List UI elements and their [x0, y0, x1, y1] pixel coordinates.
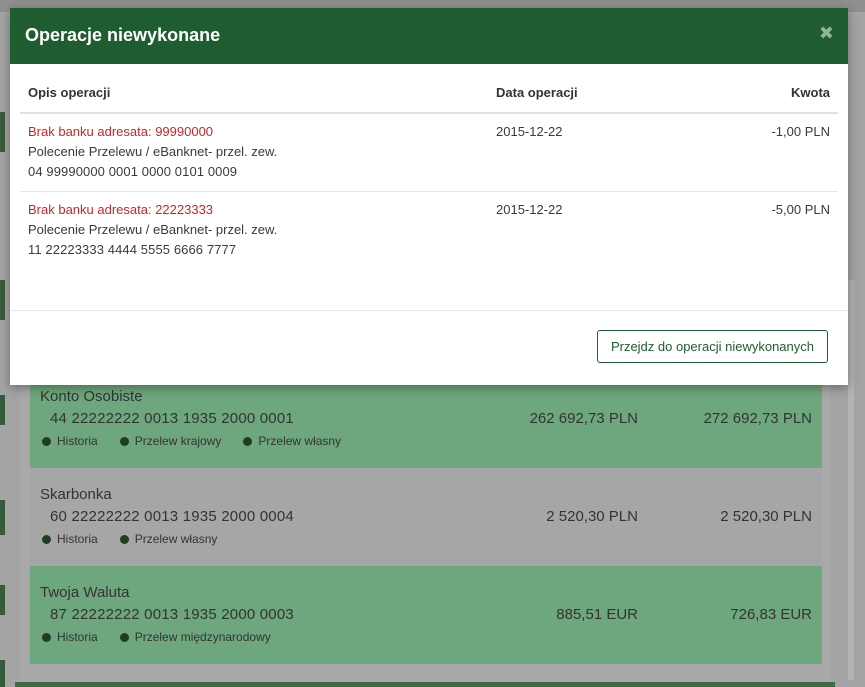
account-name: Skarbonka — [40, 486, 112, 503]
table-row: Brak banku adresata: 22223333 Polecenie … — [20, 192, 838, 269]
column-header-amount: Kwota — [791, 85, 830, 100]
account-name: Twoja Waluta — [40, 584, 130, 601]
account-row-skarbonka[interactable]: Skarbonka 60 22222222 0013 1935 2000 000… — [30, 468, 822, 566]
account-number: 60 22222222 0013 1935 2000 0004 — [50, 508, 294, 525]
error-message: Brak banku adresata: 22223333 — [28, 202, 214, 217]
operation-amount: -1,00 PLN — [771, 124, 830, 139]
operation-type: Polecenie Przelewu / eBanknet- przel. ze… — [28, 144, 278, 159]
close-icon[interactable]: ✖ — [819, 23, 834, 44]
account-available: 2 520,30 PLN — [720, 508, 812, 525]
account-available: 726,83 EUR — [730, 606, 812, 623]
background-left-strip — [0, 500, 5, 535]
account-links: Historia Przelew międzynarodowy — [42, 630, 271, 644]
table-header: Opis operacji Data operacji Kwota — [20, 78, 838, 114]
column-header-description: Opis operacji — [28, 85, 111, 100]
international-transfer-link[interactable]: Przelew międzynarodowy — [119, 630, 271, 644]
history-link[interactable]: Historia — [42, 630, 98, 644]
operation-type: Polecenie Przelewu / eBanknet- przel. ze… — [28, 222, 278, 237]
account-balance: 885,51 EUR — [556, 606, 638, 623]
account-links: Historia Przelew własny — [42, 532, 217, 546]
domestic-transfer-link[interactable]: Przelew krajowy — [119, 434, 221, 448]
bullet-icon — [119, 534, 129, 544]
bullet-icon — [42, 436, 51, 446]
history-link[interactable]: Historia — [42, 532, 98, 546]
own-transfer-link[interactable]: Przelew własny — [243, 434, 341, 448]
account-balance: 2 520,30 PLN — [546, 508, 638, 525]
bullet-icon — [42, 632, 51, 642]
background-left-strip — [0, 660, 5, 687]
background-left-strip — [0, 112, 5, 152]
account-links: Historia Przelew krajowy Przelew własny — [42, 434, 341, 448]
background-scroll-edge — [848, 280, 854, 680]
history-link[interactable]: Historia — [42, 434, 98, 448]
own-transfer-link[interactable]: Przelew własny — [119, 532, 217, 546]
failed-operations-table: Opis operacji Data operacji Kwota Brak b… — [20, 78, 838, 269]
recipient-account: 04 99990000 0001 0000 0101 0009 — [28, 164, 238, 179]
account-balance: 262 692,73 PLN — [529, 410, 638, 427]
background-left-strip — [0, 280, 5, 320]
operation-amount: -5,00 PLN — [771, 202, 830, 217]
modal-title: Operacje niewykonane — [25, 25, 221, 45]
account-row-twoja-waluta[interactable]: Twoja Waluta 87 22222222 0013 1935 2000 … — [30, 566, 822, 664]
bullet-icon — [119, 632, 129, 642]
column-header-date: Data operacji — [496, 85, 578, 100]
recipient-account: 11 22223333 4444 5555 6666 7777 — [28, 242, 237, 257]
background-left-strip — [0, 585, 5, 615]
account-name: Konto Osobiste — [40, 388, 143, 405]
background-bottom-bar — [15, 682, 835, 687]
account-number: 87 22222222 0013 1935 2000 0003 — [50, 606, 294, 623]
bullet-icon — [42, 534, 51, 544]
modal-header: Operacje niewykonane ✖ — [10, 8, 848, 64]
background-left-strip — [0, 395, 5, 425]
error-message: Brak banku adresata: 99990000 — [28, 124, 214, 139]
account-available: 272 692,73 PLN — [703, 410, 812, 427]
bullet-icon — [243, 436, 253, 446]
account-number: 44 22222222 0013 1935 2000 0001 — [50, 410, 294, 427]
table-row: Brak banku adresata: 99990000 Polecenie … — [20, 114, 838, 192]
operation-date: 2015-12-22 — [496, 124, 563, 139]
failed-operations-modal: Operacje niewykonane ✖ Opis operacji Dat… — [10, 8, 848, 385]
modal-footer: Przejdz do operacji niewykonanych — [10, 310, 848, 386]
operation-date: 2015-12-22 — [496, 202, 563, 217]
go-to-failed-operations-button[interactable]: Przejdz do operacji niewykonanych — [596, 330, 828, 363]
bullet-icon — [119, 436, 129, 446]
